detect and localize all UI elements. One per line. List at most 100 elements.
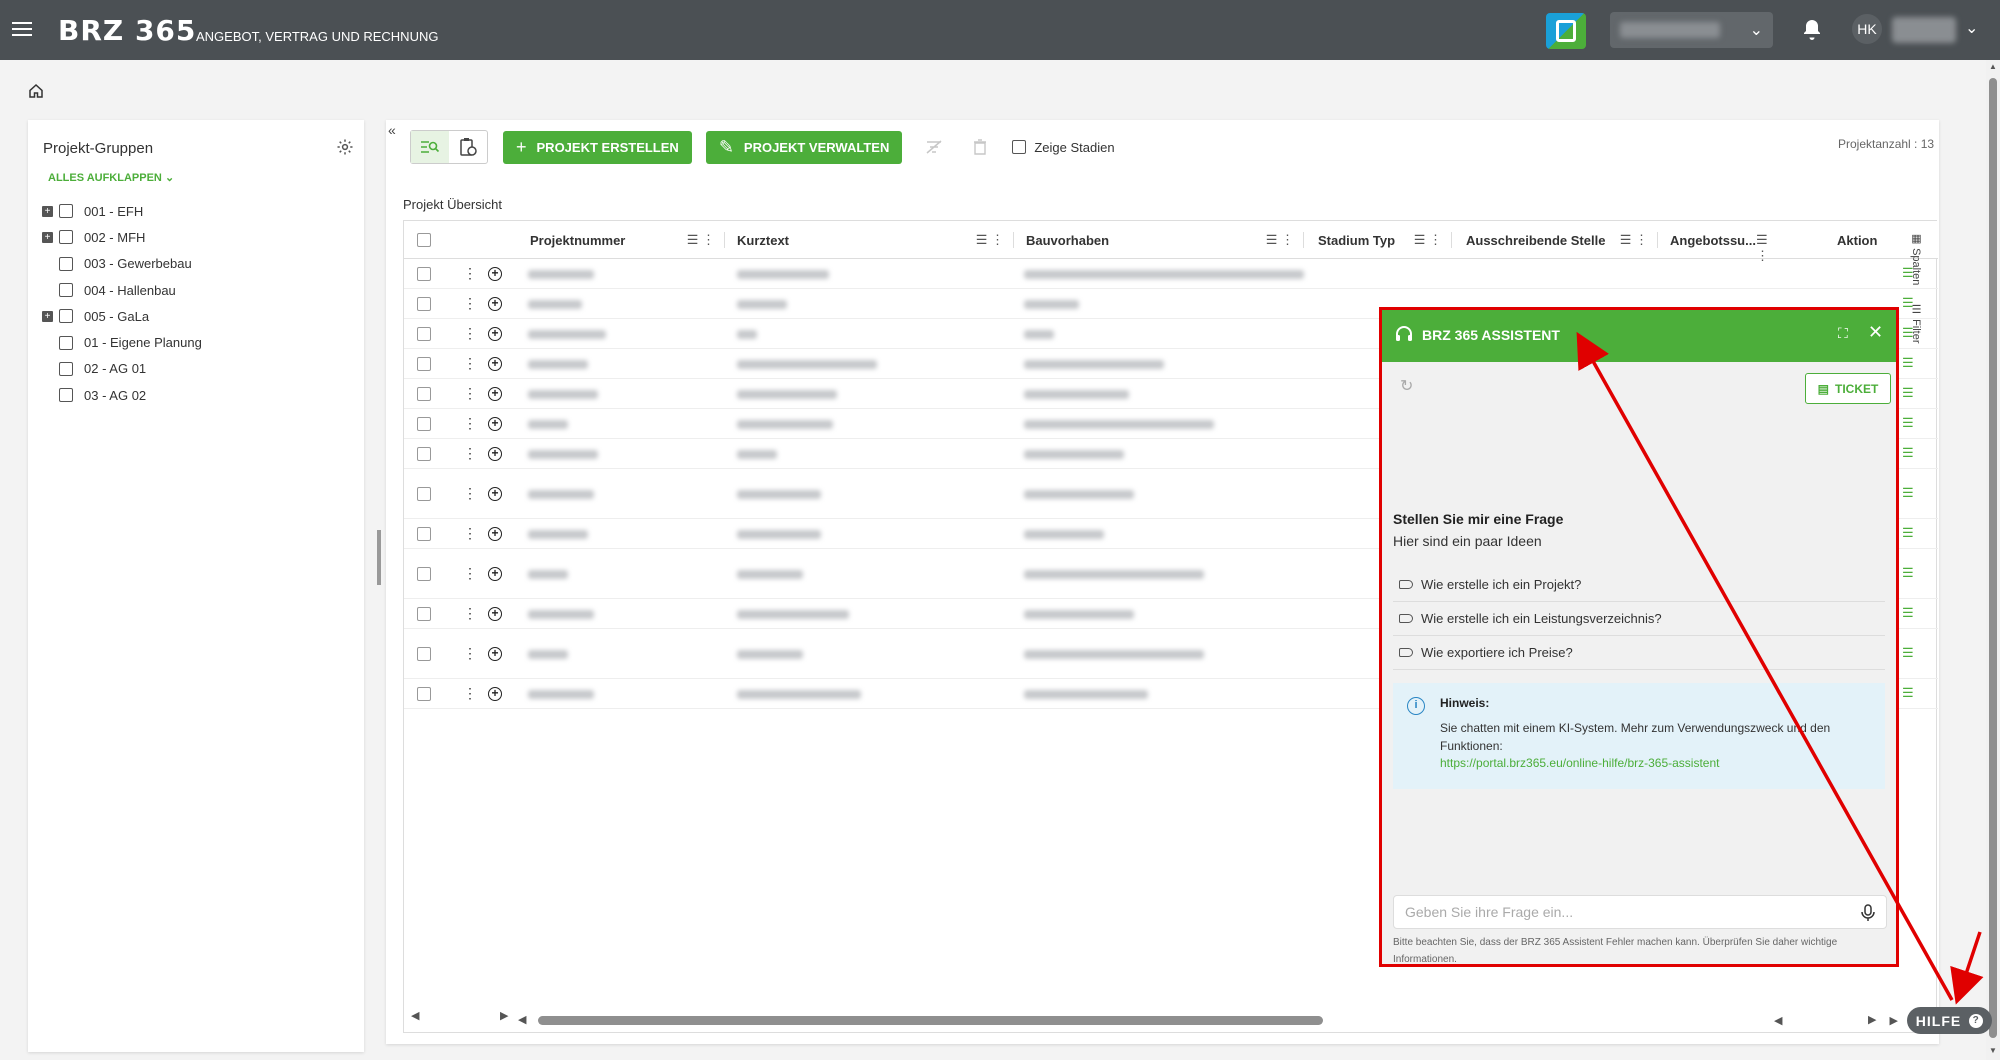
row-checkbox[interactable] <box>417 387 431 401</box>
expand-all-button[interactable]: ALLES AUFKLAPPEN ⌄ <box>48 171 174 184</box>
checkbox[interactable] <box>59 230 73 245</box>
row-checkbox[interactable] <box>417 267 431 281</box>
column-header-kurztext[interactable]: Kurztext ☰ ⋮ <box>725 221 1014 259</box>
add-circle-icon[interactable]: + <box>488 687 502 701</box>
add-circle-icon[interactable]: + <box>488 387 502 401</box>
row-menu-icon[interactable]: ⋮ <box>463 485 477 502</box>
help-button[interactable]: HILFE? <box>1907 1007 1992 1034</box>
add-circle-icon[interactable]: + <box>488 417 502 431</box>
row-menu-icon[interactable]: ⋮ <box>463 325 477 342</box>
table-row[interactable]: ⋮ + ☰ <box>404 259 1938 289</box>
filter-tab[interactable]: ☰ Filter <box>1910 303 1923 344</box>
show-stages-checkbox[interactable]: Zeige Stadien <box>1012 140 1115 155</box>
column-header-ausschreibende-stelle[interactable]: Ausschreibende Stelle ☰ ⋮ <box>1452 221 1658 259</box>
suggestion-item[interactable]: Wie erstelle ich ein Leistungsverzeichni… <box>1393 602 1885 636</box>
avatar[interactable]: HK <box>1852 14 1882 44</box>
suggestion-item[interactable]: Wie erstelle ich ein Projekt? <box>1393 568 1885 602</box>
notification-bell-icon[interactable] <box>1800 16 1824 42</box>
checkbox[interactable] <box>59 204 73 219</box>
vertical-scrollbar[interactable]: ▲ ▼ <box>1986 60 2000 1060</box>
row-menu-icon[interactable]: ⋮ <box>463 445 477 462</box>
list-search-icon[interactable] <box>411 131 449 163</box>
row-menu-icon[interactable]: ⋮ <box>463 685 477 702</box>
row-menu-icon[interactable]: ⋮ <box>463 565 477 582</box>
checkbox[interactable] <box>59 388 73 403</box>
add-circle-icon[interactable]: + <box>488 647 502 661</box>
home-icon[interactable] <box>28 83 44 99</box>
row-actions-icon[interactable]: ☰ <box>1902 385 1914 401</box>
row-checkbox[interactable] <box>417 687 431 701</box>
row-checkbox[interactable] <box>417 417 431 431</box>
row-actions-icon[interactable]: ☰ <box>1902 485 1914 501</box>
suggestion-item[interactable]: Wie exportiere ich Preise? <box>1393 636 1885 670</box>
row-actions-icon[interactable]: ☰ <box>1902 605 1914 621</box>
tree-item[interactable]: 01 - Eigene Planung <box>42 329 202 355</box>
app-switcher-icon[interactable] <box>1546 13 1586 49</box>
row-menu-icon[interactable]: ⋮ <box>463 385 477 402</box>
close-icon[interactable]: ✕ <box>1868 322 1883 343</box>
expand-plus-icon[interactable]: + <box>42 231 53 243</box>
add-circle-icon[interactable]: + <box>488 447 502 461</box>
tree-item[interactable]: +005 - GaLa <box>42 303 202 329</box>
menu-icon[interactable] <box>12 18 32 42</box>
add-circle-icon[interactable]: + <box>488 487 502 501</box>
scrollbar-thumb[interactable] <box>538 1016 1323 1025</box>
row-menu-icon[interactable]: ⋮ <box>463 295 477 312</box>
row-checkbox[interactable] <box>417 487 431 501</box>
row-checkbox[interactable] <box>417 527 431 541</box>
filter-menu-icon[interactable]: ☰ ⋮ <box>687 232 715 248</box>
add-circle-icon[interactable]: + <box>488 267 502 281</box>
scrollbar-thumb[interactable] <box>1989 78 1997 1038</box>
hint-link[interactable]: https://portal.brz365.eu/online-hilfe/br… <box>1440 756 1720 770</box>
refresh-icon[interactable]: ↻ <box>1400 376 1413 396</box>
column-header-stadium-typ[interactable]: Stadium Typ ☰ ⋮ <box>1304 221 1452 259</box>
row-actions-icon[interactable]: ☰ <box>1902 525 1914 541</box>
checkbox[interactable] <box>59 361 73 376</box>
row-checkbox[interactable] <box>417 647 431 661</box>
ticket-button[interactable]: ▤ TICKET <box>1805 373 1891 404</box>
chevron-down-icon[interactable]: ⌄ <box>1965 18 1978 38</box>
filter-menu-icon[interactable]: ☰ ⋮ <box>976 232 1004 248</box>
checkbox[interactable] <box>59 309 73 324</box>
row-menu-icon[interactable]: ⋮ <box>463 415 477 432</box>
tree-item[interactable]: 004 - Hallenbau <box>42 277 202 303</box>
row-menu-icon[interactable]: ⋮ <box>463 605 477 622</box>
horizontal-scrollbar[interactable]: ◀ ▶ <box>518 1014 1876 1026</box>
row-actions-icon[interactable]: ☰ <box>1902 445 1914 461</box>
collapse-panel-icon[interactable]: « <box>388 122 396 138</box>
question-input[interactable]: Geben Sie ihre Frage ein... <box>1393 895 1887 929</box>
row-checkbox[interactable] <box>417 447 431 461</box>
row-checkbox[interactable] <box>417 357 431 371</box>
microphone-icon[interactable] <box>1860 904 1876 922</box>
delete-icon[interactable] <box>962 131 998 163</box>
tree-item[interactable]: +002 - MFH <box>42 224 202 250</box>
add-circle-icon[interactable]: + <box>488 527 502 541</box>
row-actions-icon[interactable]: ☰ <box>1902 565 1914 581</box>
filter-menu-icon[interactable]: ☰ ⋮ <box>1414 232 1442 248</box>
company-select[interactable]: ⌄ <box>1610 12 1773 48</box>
filter-menu-icon[interactable]: ☰ ⋮ <box>1266 232 1294 248</box>
add-circle-icon[interactable]: + <box>488 357 502 371</box>
row-checkbox[interactable] <box>417 567 431 581</box>
manage-project-button[interactable]: ✎ PROJEKT VERWALTEN <box>705 130 903 164</box>
clear-filter-icon[interactable] <box>916 131 952 163</box>
checkbox[interactable] <box>59 283 73 298</box>
tree-item[interactable]: 003 - Gewerbebau <box>42 251 202 277</box>
checkbox[interactable] <box>1012 140 1027 154</box>
columns-tab[interactable]: ▦ Spalten <box>1910 232 1923 285</box>
row-menu-icon[interactable]: ⋮ <box>463 355 477 372</box>
row-checkbox[interactable] <box>417 607 431 621</box>
app-logo[interactable]: BRZ 365 <box>58 14 196 47</box>
add-circle-icon[interactable]: + <box>488 297 502 311</box>
add-circle-icon[interactable]: + <box>488 327 502 341</box>
column-header-bauvorhaben[interactable]: Bauvorhaben ☰ ⋮ <box>1014 221 1304 259</box>
tree-item[interactable]: 03 - AG 02 <box>42 382 202 408</box>
column-header-angebotssumme[interactable]: Angebotssu... <box>1658 221 1756 259</box>
row-menu-icon[interactable]: ⋮ <box>463 525 477 542</box>
create-project-button[interactable]: + PROJEKT ERSTELLEN <box>503 130 692 164</box>
expand-plus-icon[interactable]: + <box>42 310 53 322</box>
row-actions-icon[interactable]: ☰ <box>1902 415 1914 431</box>
fullscreen-icon[interactable]: ⛶ <box>1838 325 1848 342</box>
right-column-scroller[interactable]: ◀ ▶ <box>1774 1014 1898 1027</box>
add-circle-icon[interactable]: + <box>488 567 502 581</box>
